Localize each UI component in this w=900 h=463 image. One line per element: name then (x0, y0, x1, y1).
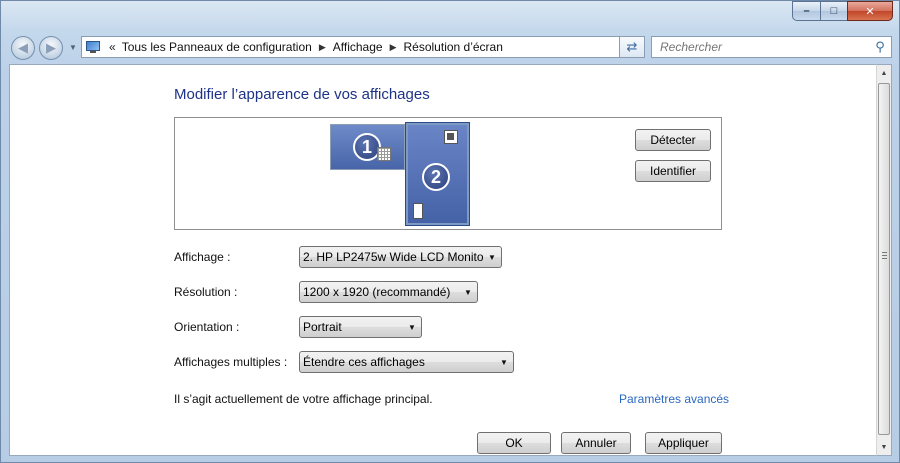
chevron-down-icon: ▼ (500, 357, 508, 367)
primary-display-info: Il s’agit actuellement de votre affichag… (174, 392, 433, 406)
refresh-icon: ⇄ (626, 39, 638, 54)
display-label: Affichage : (174, 250, 231, 264)
window-controls: – □ ✕ (792, 1, 893, 21)
chevron-down-icon: ▼ (488, 252, 496, 262)
forward-arrow-icon: ▶ (46, 40, 56, 55)
display-select-value: 2. HP LP2475w Wide LCD Monitor (303, 250, 483, 264)
detect-button[interactable]: Détecter (635, 129, 711, 151)
breadcrumb-separator-icon[interactable]: ▶ (390, 42, 397, 53)
search-icon[interactable]: ⚲ (869, 39, 891, 55)
search-box[interactable]: ⚲ (651, 36, 892, 58)
monitor-number: 2 (422, 163, 450, 191)
display-select[interactable]: 2. HP LP2475w Wide LCD Monitor ▼ (299, 246, 502, 268)
search-input[interactable] (660, 40, 869, 54)
scroll-down-icon[interactable]: ▼ (877, 439, 891, 455)
advanced-settings-link[interactable]: Paramètres avancés (619, 392, 729, 406)
monitor-1[interactable]: 1 (330, 124, 405, 170)
forward-button[interactable]: ▶ (39, 36, 63, 60)
chevron-down-icon: ▼ (408, 322, 416, 332)
monitor-2[interactable]: 2 (405, 122, 470, 226)
multiple-displays-select-value: Étendre ces affichages (303, 355, 425, 369)
scroll-up-icon[interactable]: ▲ (877, 65, 891, 81)
resolution-select[interactable]: 1200 x 1920 (recommandé) ▼ (299, 281, 478, 303)
page-title: Modifier l’apparence de vos affichages (174, 86, 430, 103)
back-button[interactable]: ◀ (11, 36, 35, 60)
resolution-label: Résolution : (174, 285, 238, 299)
back-arrow-icon: ◀ (18, 40, 28, 55)
scrollbar-thumb[interactable] (878, 83, 890, 435)
maximize-button[interactable]: □ (820, 1, 847, 21)
computer-tower-icon (413, 203, 423, 219)
resolution-select-value: 1200 x 1920 (recommandé) (303, 285, 451, 299)
address-bar[interactable]: « Tous les Panneaux de configuration ▶ A… (81, 36, 644, 58)
breadcrumb-overflow[interactable]: « (109, 40, 116, 54)
breadcrumb-display[interactable]: Affichage (333, 40, 383, 54)
close-button[interactable]: ✕ (847, 1, 893, 21)
multiple-displays-select[interactable]: Étendre ces affichages ▼ (299, 351, 514, 373)
identify-button[interactable]: Identifier (635, 160, 711, 182)
window-icon (444, 130, 458, 144)
breadcrumb-control-panel[interactable]: Tous les Panneaux de configuration (122, 40, 312, 54)
recent-pages-dropdown[interactable]: ▼ (69, 43, 77, 52)
cancel-button[interactable]: Annuler (561, 432, 631, 454)
orientation-label: Orientation : (174, 320, 240, 334)
control-panel-icon (85, 40, 103, 54)
chevron-down-icon: ▼ (464, 287, 472, 297)
monitor-arrangement-panel: 1 2 Détecter Identifier (174, 117, 722, 230)
refresh-button[interactable]: ⇄ (619, 36, 645, 58)
breadcrumb-screen-resolution[interactable]: Résolution d’écran (404, 40, 503, 54)
vertical-scrollbar[interactable]: ▲ ▼ (876, 64, 892, 456)
orientation-select-value: Portrait (303, 320, 342, 334)
main-content: Modifier l’apparence de vos affichages 1… (9, 64, 876, 456)
grip-icon (882, 252, 887, 259)
ok-button[interactable]: OK (477, 432, 551, 454)
breadcrumb-separator-icon[interactable]: ▶ (319, 42, 326, 53)
keyboard-icon (377, 147, 391, 161)
orientation-select[interactable]: Portrait ▼ (299, 316, 422, 338)
minimize-button[interactable]: – (792, 1, 820, 21)
multiple-displays-label: Affichages multiples : (174, 355, 288, 369)
apply-button[interactable]: Appliquer (645, 432, 722, 454)
